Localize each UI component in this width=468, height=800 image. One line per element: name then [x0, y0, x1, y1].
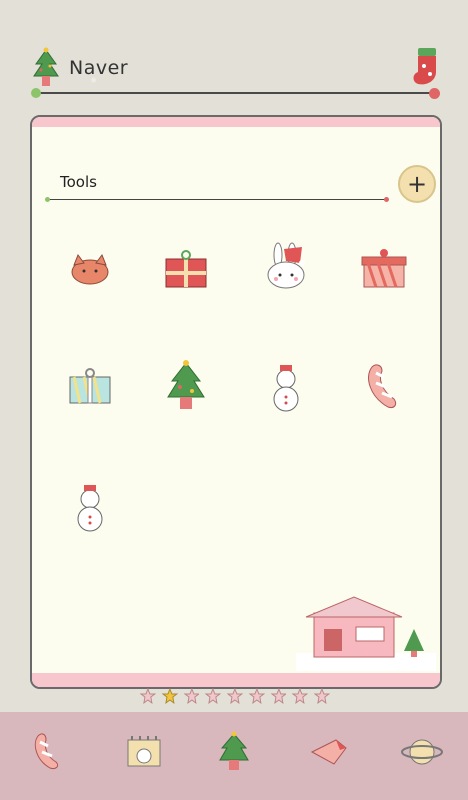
snowman-icon[interactable] [256, 357, 316, 417]
star-icon-active [161, 688, 178, 704]
star-icon [140, 688, 156, 704]
page-indicator[interactable] [140, 688, 331, 708]
star-icon [183, 688, 200, 704]
star-icon [292, 688, 309, 704]
planet-icon[interactable] [400, 730, 444, 774]
christmas-tree-icon[interactable] [156, 357, 216, 417]
add-app-button[interactable]: + [398, 165, 436, 203]
star-icon [248, 688, 265, 704]
search-underline [36, 92, 434, 94]
star-icon [227, 688, 243, 704]
phone-icon[interactable] [26, 730, 70, 774]
candy-phone-icon[interactable] [354, 357, 414, 417]
cat-face-icon[interactable] [60, 237, 120, 297]
contacts-calendar-icon[interactable] [122, 730, 166, 774]
star-icon [314, 688, 331, 704]
red-dot [429, 88, 440, 99]
folder-panel: Tools + [30, 115, 442, 689]
stocking-icon [413, 48, 436, 85]
dock [0, 712, 468, 800]
star-icon [270, 688, 287, 704]
green-dot [31, 88, 41, 98]
folder-title-underline [45, 197, 389, 202]
plus-icon: + [406, 170, 428, 198]
star-icon [205, 688, 222, 704]
message-bird-icon[interactable] [306, 730, 350, 774]
panel-top-trim [32, 117, 440, 127]
search-brand-label: Naver [69, 57, 129, 79]
christmas-tree-icon [33, 47, 59, 86]
red-gift-icon[interactable] [156, 237, 216, 297]
gingerbread-house-illustration [296, 596, 436, 671]
folder-title[interactable]: Tools [60, 173, 97, 191]
search-widget[interactable]: Naver [28, 46, 444, 102]
striped-gift-icon[interactable] [354, 237, 414, 297]
panel-bottom-trim [32, 673, 440, 687]
snowman-icon[interactable] [60, 477, 120, 537]
blue-gift-icon[interactable] [60, 357, 120, 417]
christmas-tree-icon[interactable] [212, 730, 256, 774]
bunny-santa-hat-icon[interactable] [256, 237, 316, 297]
